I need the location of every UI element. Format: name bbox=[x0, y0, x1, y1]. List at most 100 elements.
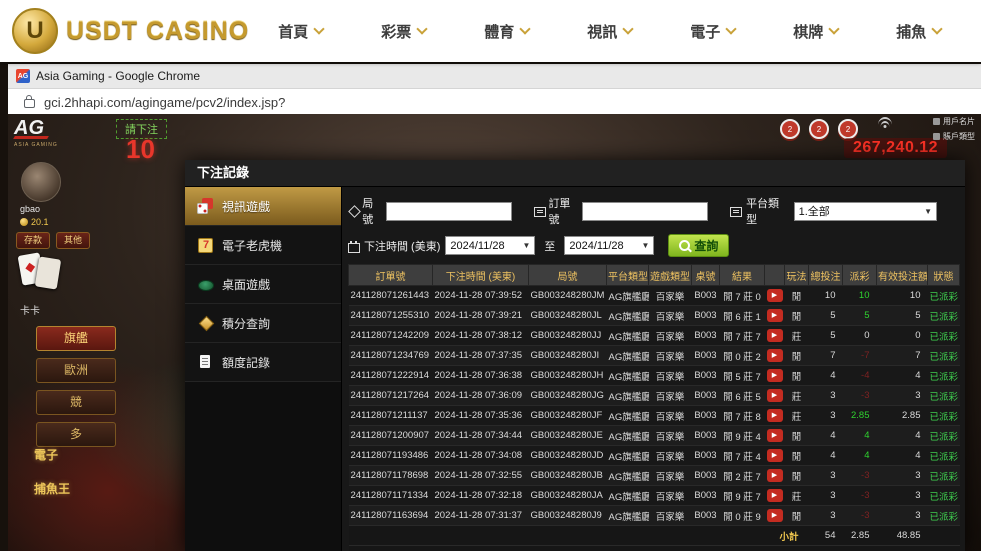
lobby-tab[interactable]: 旗艦 bbox=[36, 326, 116, 351]
play-type-cell: 閒 bbox=[785, 426, 809, 446]
menu-item[interactable]: 電子老虎機 bbox=[185, 226, 341, 265]
replay-cell: ▶ bbox=[765, 426, 785, 446]
ag-logo: AG ASIA GAMING bbox=[14, 117, 78, 148]
payout-cell: 4 bbox=[843, 426, 877, 446]
coin-icon bbox=[20, 218, 28, 226]
nav-item-label: 首頁 bbox=[278, 21, 308, 42]
time-cell: 2024-11-28 07:34:44 bbox=[433, 426, 529, 446]
order-cell: 241128071211137 bbox=[349, 406, 433, 426]
order-cell: 241128071261443 bbox=[349, 286, 433, 306]
avatar[interactable] bbox=[21, 162, 61, 202]
table-no-cell: B003 bbox=[692, 386, 720, 406]
column-header: 桌號 bbox=[692, 265, 720, 286]
order-input[interactable] bbox=[582, 202, 708, 221]
replay-button[interactable]: ▶ bbox=[767, 409, 783, 422]
chip-stack: 222 bbox=[780, 119, 858, 139]
play-type-cell: 閒 bbox=[785, 366, 809, 386]
order-cell: 241128071200907 bbox=[349, 426, 433, 446]
result-cell: 閒 0 莊 2 bbox=[720, 346, 765, 366]
round-cell: GB003248280JH bbox=[529, 366, 607, 386]
replay-button[interactable]: ▶ bbox=[767, 489, 783, 502]
result-cell: 閒 7 莊 4 bbox=[720, 446, 765, 466]
nav-item[interactable]: 體育 bbox=[455, 21, 558, 42]
nav-item[interactable]: 首頁 bbox=[249, 21, 352, 42]
user-panel-item[interactable]: 賬戶類型 bbox=[933, 131, 975, 142]
platform-cell: AG旗艦廳 bbox=[607, 346, 649, 366]
date-from-picker[interactable]: 2024/11/28 ▼ bbox=[445, 236, 535, 255]
replay-button[interactable]: ▶ bbox=[767, 349, 783, 362]
menu-item[interactable]: 積分查詢 bbox=[185, 304, 341, 343]
lobby-tabs: 旗艦歐洲競多 bbox=[36, 326, 116, 447]
search-button[interactable]: 查詢 bbox=[668, 234, 729, 257]
replay-button[interactable]: ▶ bbox=[767, 329, 783, 342]
user-panel-item[interactable]: 用戶名片 bbox=[933, 116, 975, 127]
result-cell: 閒 6 莊 1 bbox=[720, 306, 765, 326]
round-input[interactable] bbox=[386, 202, 512, 221]
replay-button[interactable]: ▶ bbox=[767, 469, 783, 482]
menu-item[interactable]: 額度記錄 bbox=[185, 343, 341, 382]
ag-favicon-icon: AG bbox=[16, 69, 30, 83]
replay-button[interactable]: ▶ bbox=[767, 449, 783, 462]
lobby-bottom-item[interactable]: 捕魚王 bbox=[34, 480, 70, 497]
round-cell: GB003248280JA bbox=[529, 486, 607, 506]
replay-button[interactable]: ▶ bbox=[767, 389, 783, 402]
summary-status-empty bbox=[928, 546, 960, 551]
platform-label: 平台類型 bbox=[746, 195, 789, 227]
nav-item[interactable]: 彩票 bbox=[352, 21, 455, 42]
payout-cell: 10 bbox=[843, 286, 877, 306]
player-name: gbao bbox=[20, 204, 40, 214]
result-cell: 閒 9 莊 7 bbox=[720, 486, 765, 506]
total-bet-cell: 3 bbox=[809, 466, 843, 486]
bet-time-label: 下注時間 (美東) bbox=[364, 238, 440, 254]
time-cell: 2024-11-28 07:39:21 bbox=[433, 306, 529, 326]
table-no-cell: B003 bbox=[692, 506, 720, 526]
table-row: 2411280712347692024-11-28 07:37:35GB0032… bbox=[349, 346, 960, 366]
replay-button[interactable]: ▶ bbox=[767, 369, 783, 382]
game-type-cell: 百家樂 bbox=[649, 366, 692, 386]
browser-urlbar[interactable]: gci.2hhapi.com/agingame/pcv2/index.jsp? bbox=[8, 89, 981, 116]
lock-icon[interactable] bbox=[24, 99, 35, 108]
menu-item[interactable]: 視訊遊戲 bbox=[185, 187, 341, 226]
status-cell: 已派彩 bbox=[928, 306, 960, 326]
panel-icon bbox=[933, 118, 940, 125]
quick-button[interactable]: 其他 bbox=[56, 232, 90, 249]
result-cell: 閒 9 莊 4 bbox=[720, 426, 765, 446]
lobby-tab[interactable]: 競 bbox=[36, 390, 116, 415]
replay-cell: ▶ bbox=[765, 326, 785, 346]
platform-select[interactable]: 1.全部 ▼ bbox=[794, 202, 937, 221]
result-cell: 閒 7 莊 7 bbox=[720, 326, 765, 346]
total-bet-cell: 7 bbox=[809, 346, 843, 366]
table-header-row: 訂單號下注時間 (美東)局號平台類型遊戲類型桌號結果玩法總投注派彩有效投注額狀態 bbox=[349, 265, 960, 286]
payout-cell: 2.85 bbox=[843, 406, 877, 426]
replay-button[interactable]: ▶ bbox=[767, 509, 783, 522]
valid-bet-cell: 3 bbox=[877, 466, 928, 486]
usdt-casino-logo[interactable]: U USDT CASINO bbox=[12, 8, 249, 54]
menu-item[interactable]: 桌面遊戲 bbox=[185, 265, 341, 304]
status-cell: 已派彩 bbox=[928, 466, 960, 486]
summary-status-empty bbox=[928, 526, 960, 546]
lobby-tab[interactable]: 歐洲 bbox=[36, 358, 116, 383]
lobby-bottom-item[interactable]: 電子 bbox=[34, 446, 70, 463]
order-cell: 241128071163694 bbox=[349, 506, 433, 526]
time-cell: 2024-11-28 07:36:09 bbox=[433, 386, 529, 406]
nav-item[interactable]: 電子 bbox=[661, 21, 764, 42]
table-row: 2411280712614432024-11-28 07:39:52GB0032… bbox=[349, 286, 960, 306]
nav-item[interactable]: 棋牌 bbox=[764, 21, 867, 42]
table-no-cell: B003 bbox=[692, 466, 720, 486]
lobby-tab[interactable]: 多 bbox=[36, 422, 116, 447]
ag-logo-subtext: ASIA GAMING bbox=[14, 142, 78, 148]
date-to-picker[interactable]: 2024/11/28 ▼ bbox=[564, 236, 654, 255]
replay-button[interactable]: ▶ bbox=[767, 309, 783, 322]
round-cell: GB003248280JD bbox=[529, 446, 607, 466]
replay-button[interactable]: ▶ bbox=[767, 289, 783, 302]
nav-item[interactable]: 捕魚 bbox=[867, 21, 970, 42]
nav-item[interactable]: 視訊 bbox=[558, 21, 661, 42]
quick-button[interactable]: 存款 bbox=[16, 232, 50, 249]
replay-button[interactable]: ▶ bbox=[767, 429, 783, 442]
column-header: 狀態 bbox=[928, 265, 960, 286]
round-cell: GB003248280JB bbox=[529, 466, 607, 486]
game-area: AG ASIA GAMING 請下注 10 gbao 20.1 存款其他 卡卡 … bbox=[8, 114, 981, 551]
status-cell: 已派彩 bbox=[928, 346, 960, 366]
url-text[interactable]: gci.2hhapi.com/agingame/pcv2/index.jsp? bbox=[44, 95, 285, 110]
bet-records-table: 訂單號下注時間 (美東)局號平台類型遊戲類型桌號結果玩法總投注派彩有效投注額狀態… bbox=[348, 264, 960, 551]
